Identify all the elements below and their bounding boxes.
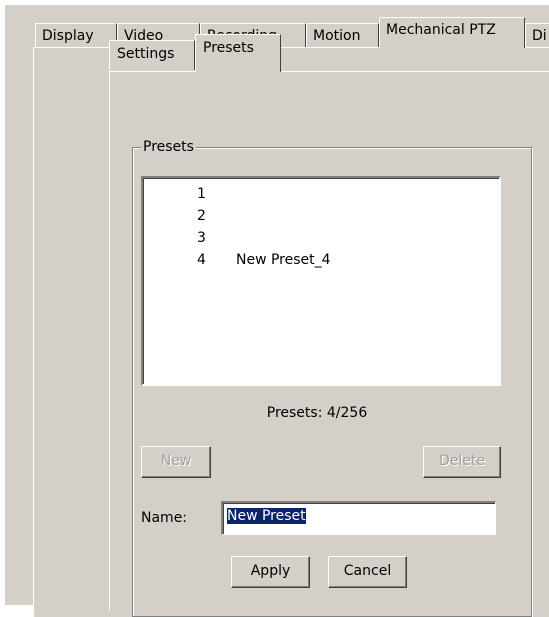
delete-button[interactable]: Delete	[423, 446, 501, 478]
list-item[interactable]: 2	[183, 205, 499, 227]
preset-number: 2	[197, 208, 206, 224]
presets-count-label: Presets:	[266, 405, 323, 421]
tab-mechanical-ptz[interactable]: Mechanical PTZ	[379, 17, 525, 48]
subtab-presets[interactable]: Presets	[195, 34, 281, 72]
presets-count-value: 4/256	[326, 405, 368, 421]
new-button[interactable]: New	[141, 446, 211, 478]
presets-count: Presets: 4/256	[133, 405, 501, 421]
name-field[interactable]: New Preset	[221, 501, 496, 535]
presets-list[interactable]: 1 2 3 4 New Preset_4	[141, 176, 501, 386]
preset-name: New Preset_4	[236, 252, 331, 268]
name-field-value: New Preset	[227, 508, 306, 524]
subtab-settings[interactable]: Settings	[109, 40, 195, 70]
preset-number: 1	[197, 186, 206, 202]
preset-number: 3	[197, 230, 206, 246]
apply-button[interactable]: Apply	[231, 556, 310, 588]
list-item[interactable]: 1	[183, 183, 499, 205]
list-item[interactable]: 4 New Preset_4	[183, 249, 499, 271]
presets-groupbox: Presets 1 2 3 4 New Preset_4 Presets: 4/…	[132, 137, 532, 617]
settings-window: Display Video Recording Motion Mechanica…	[4, 4, 549, 617]
presets-panel: Presets 1 2 3 4 New Preset_4 Presets: 4/…	[109, 71, 549, 617]
preset-number: 4	[197, 252, 206, 268]
cancel-button[interactable]: Cancel	[328, 556, 407, 588]
name-label: Name:	[141, 510, 188, 526]
presets-group-title: Presets	[141, 137, 196, 157]
list-item[interactable]: 3	[183, 227, 499, 249]
